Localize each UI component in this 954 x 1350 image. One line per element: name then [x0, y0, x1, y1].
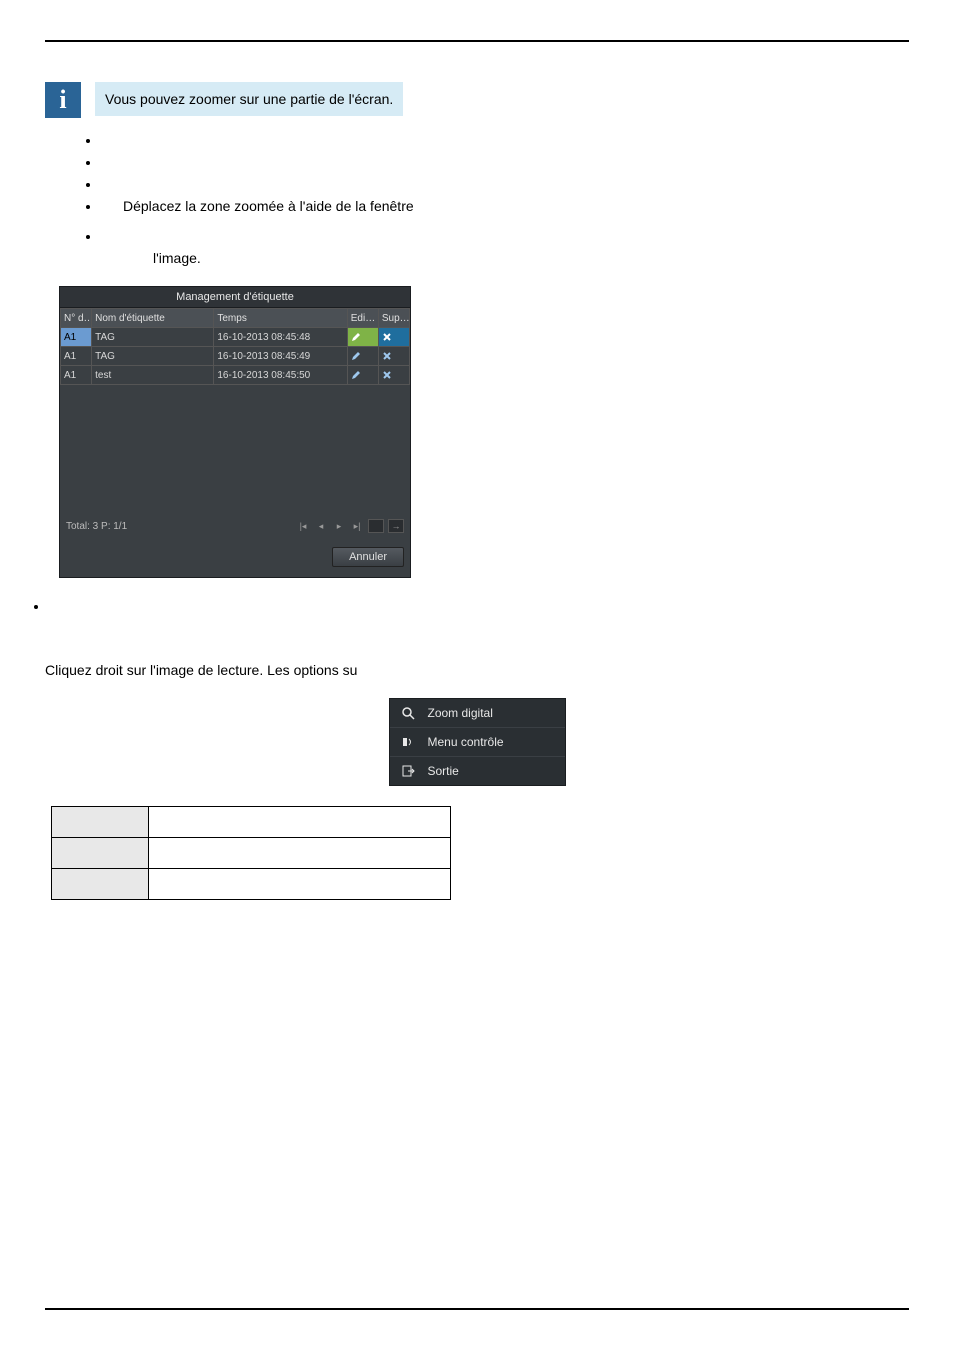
edit-button[interactable] [347, 366, 378, 385]
table-row [52, 838, 451, 869]
ctx-item-zoom[interactable]: Zoom digital [390, 699, 565, 727]
cell-name: TAG [92, 328, 214, 347]
table-row[interactable]: A1 TAG 16-10-2013 08:45:48 [61, 328, 410, 347]
bullet-blank-3 [101, 176, 909, 184]
edit-button[interactable] [347, 347, 378, 366]
cell-time: 16-10-2013 08:45:49 [214, 347, 347, 366]
ctx-item-label: Zoom digital [428, 706, 493, 720]
bottom-rule [45, 1308, 909, 1310]
cell-name: test [92, 366, 214, 385]
desc-value [149, 807, 451, 838]
tag-table: N° d… Nom d'étiquette Temps Edi… Sup… A1… [60, 308, 410, 385]
ctx-item-label: Sortie [428, 764, 459, 778]
magnifier-icon [400, 705, 416, 721]
cell-name: TAG [92, 347, 214, 366]
pager-last-icon[interactable]: ▸| [350, 520, 364, 532]
bullet-blank-5 [101, 228, 909, 236]
bullet-list: Déplacez la zone zoomée à l'aide de la f… [101, 132, 909, 236]
audio-menu-icon [400, 734, 416, 750]
delete-button[interactable] [378, 366, 409, 385]
right-click-instruction: Cliquez droit sur l'image de lecture. Le… [45, 662, 909, 678]
info-icon-glyph: i [59, 85, 66, 115]
page: i Vous pouvez zoomer sur une partie de l… [0, 0, 954, 1350]
ctx-item-menu-controle[interactable]: Menu contrôle [390, 727, 565, 756]
ctx-item-label: Menu contrôle [428, 735, 504, 749]
tag-management-title: Management d'étiquette [60, 287, 410, 308]
close-icon [382, 351, 392, 362]
description-table [51, 806, 451, 900]
bullet-move-zoom: Déplacez la zone zoomée à l'aide de la f… [101, 198, 909, 214]
pencil-icon [351, 351, 361, 362]
cell-cam: A1 [61, 347, 92, 366]
col-header-time[interactable]: Temps [214, 309, 347, 328]
info-icon: i [45, 82, 81, 118]
desc-key [52, 807, 149, 838]
table-row [52, 807, 451, 838]
col-header-cam[interactable]: N° d… [61, 309, 92, 328]
col-header-edit[interactable]: Edi… [347, 309, 378, 328]
bullet-blank-2 [101, 154, 909, 162]
table-row[interactable]: A1 TAG 16-10-2013 08:45:49 [61, 347, 410, 366]
tag-table-empty-area [60, 385, 410, 515]
bullet-blank-lone [49, 598, 909, 614]
cell-time: 16-10-2013 08:45:48 [214, 328, 347, 347]
pager: |◂ ◂ ▸ ▸| → [296, 519, 404, 533]
desc-value [149, 838, 451, 869]
total-pages-label: Total: 3 P: 1/1 [66, 521, 127, 532]
table-row [52, 869, 451, 900]
cell-time: 16-10-2013 08:45:50 [214, 366, 347, 385]
tag-table-header-row: N° d… Nom d'étiquette Temps Edi… Sup… [61, 309, 410, 328]
context-menu: Zoom digital Menu contrôle Sortie [389, 698, 566, 786]
bullet-5-continuation: l'image. [153, 250, 909, 266]
pager-go-button[interactable]: → [388, 519, 404, 533]
delete-button[interactable] [378, 347, 409, 366]
desc-value [149, 869, 451, 900]
col-header-name[interactable]: Nom d'étiquette [92, 309, 214, 328]
pager-page-input[interactable] [368, 519, 384, 533]
close-icon [382, 332, 392, 343]
bullet-blank-1 [101, 132, 909, 140]
tag-management-window: Management d'étiquette N° d… Nom d'étiqu… [59, 286, 411, 578]
delete-button[interactable] [378, 328, 409, 347]
cancel-button[interactable]: Annuler [332, 547, 404, 567]
exit-icon [400, 763, 416, 779]
pencil-icon [351, 370, 361, 381]
close-icon [382, 370, 392, 381]
pencil-icon [351, 332, 361, 343]
col-header-del[interactable]: Sup… [378, 309, 409, 328]
desc-key [52, 838, 149, 869]
pager-first-icon[interactable]: |◂ [296, 520, 310, 532]
cell-cam: A1 [61, 366, 92, 385]
lone-bullet [49, 598, 909, 614]
edit-button[interactable] [347, 328, 378, 347]
info-note-text: Vous pouvez zoomer sur une partie de l'é… [95, 82, 403, 116]
pager-prev-icon[interactable]: ◂ [314, 520, 328, 532]
dialog-buttons: Annuler [60, 537, 410, 577]
cell-cam: A1 [61, 328, 92, 347]
pager-next-icon[interactable]: ▸ [332, 520, 346, 532]
tag-table-footer: Total: 3 P: 1/1 |◂ ◂ ▸ ▸| → [60, 515, 410, 537]
table-row[interactable]: A1 test 16-10-2013 08:45:50 [61, 366, 410, 385]
desc-key [52, 869, 149, 900]
ctx-item-sortie[interactable]: Sortie [390, 756, 565, 785]
info-note-row: i Vous pouvez zoomer sur une partie de l… [45, 82, 909, 118]
top-rule [45, 40, 909, 42]
